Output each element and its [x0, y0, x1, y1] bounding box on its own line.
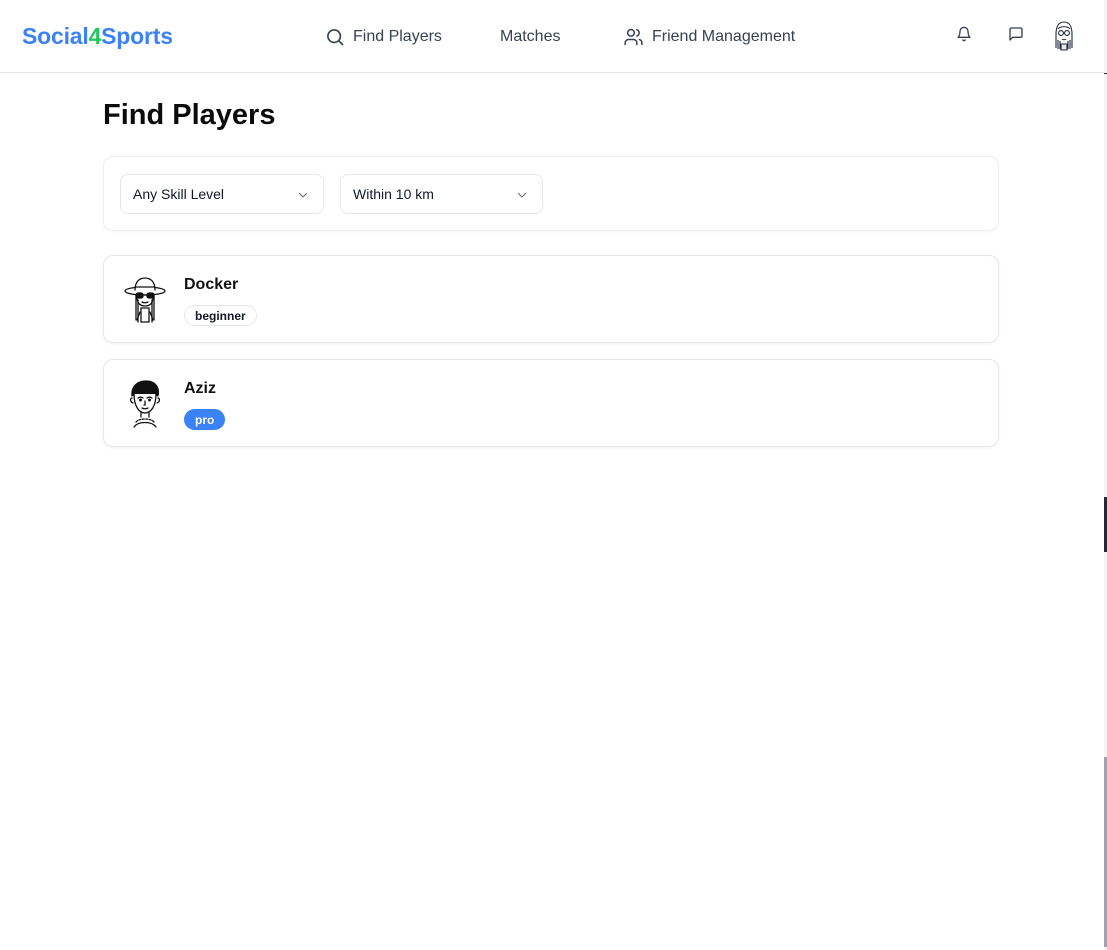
player-card[interactable]: Aziz pro — [103, 359, 999, 447]
notifications-button[interactable] — [952, 24, 976, 48]
avatar-boy-icon — [122, 378, 168, 430]
skill-level-select[interactable]: Any Skill Level — [120, 174, 324, 214]
skill-badge: pro — [184, 409, 226, 430]
chevron-down-icon — [297, 188, 309, 204]
message-icon — [1008, 26, 1024, 47]
distance-value: Within 10 km — [353, 186, 434, 202]
brand-logo[interactable]: Social4Sports — [22, 23, 173, 50]
bell-icon — [956, 26, 972, 47]
search-icon — [325, 27, 345, 47]
top-navbar: Social4Sports Find Players Matches Frien… — [0, 0, 1107, 73]
page-title: Find Players — [103, 99, 276, 131]
skill-badge: beginner — [184, 305, 257, 326]
avatar-hat-sunglasses-icon — [122, 274, 168, 326]
distance-select[interactable]: Within 10 km — [340, 174, 543, 214]
messages-button[interactable] — [1004, 24, 1028, 48]
player-card[interactable]: Docker beginner — [103, 255, 999, 343]
player-name: Docker — [184, 276, 239, 293]
nav-matches-label: Matches — [500, 28, 561, 45]
nav-matches[interactable]: Matches — [500, 24, 560, 50]
nav-friend-management-label: Friend Management — [652, 28, 796, 45]
filters-panel: Any Skill Level Within 10 km — [103, 156, 999, 231]
chevron-down-icon — [516, 188, 528, 204]
user-avatar[interactable] — [1052, 20, 1076, 52]
skill-level-value: Any Skill Level — [133, 186, 225, 202]
nav-friend-management[interactable]: Friend Management — [623, 24, 795, 50]
nav-find-players-label: Find Players — [353, 28, 442, 45]
player-name: Aziz — [184, 380, 216, 397]
nav-find-players[interactable]: Find Players — [325, 24, 442, 50]
users-icon — [623, 27, 644, 47]
